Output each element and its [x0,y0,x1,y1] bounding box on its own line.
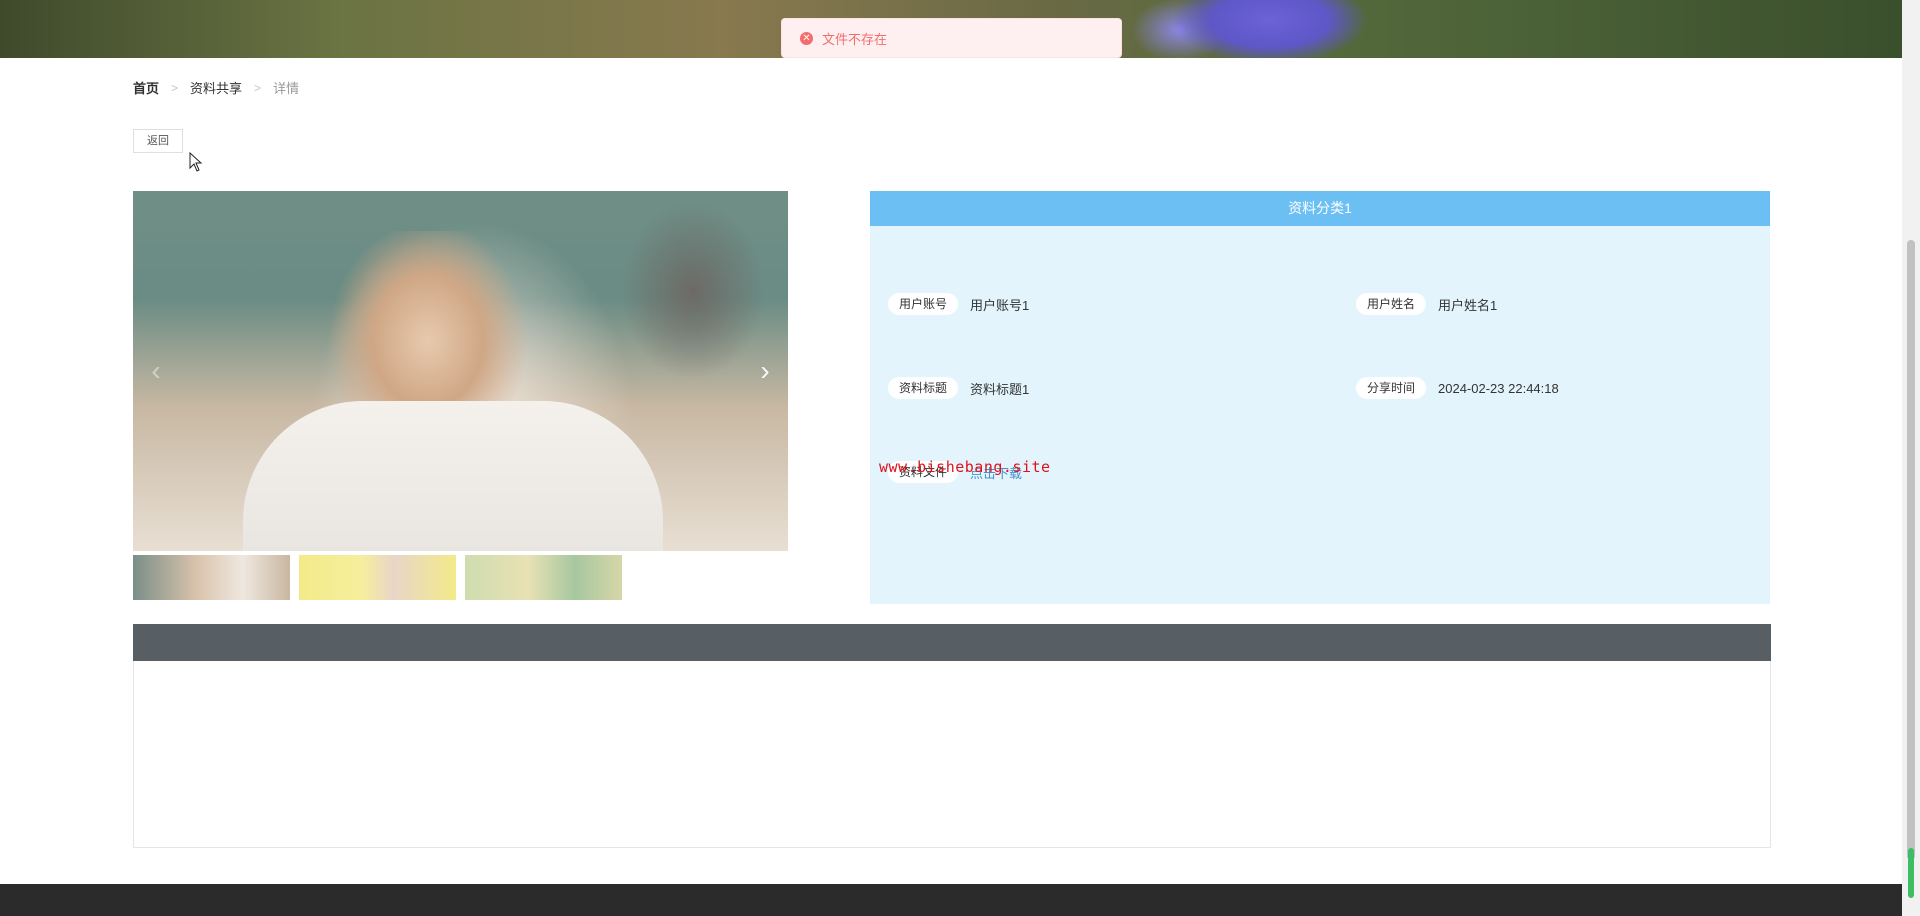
back-button[interactable]: 返回 [133,129,183,153]
comment-section-header [133,624,1771,661]
toast-message: 文件不存在 [822,31,888,47]
comment-section-body [133,661,1771,848]
breadcrumb-current: 详情 [273,81,300,96]
breadcrumb-separator: > [171,80,179,95]
field-label: 资料标题 [888,377,959,399]
error-toast: ✕ 文件不存在 [781,18,1122,58]
field-share-time: 分享时间 2024-02-23 22:44:18 [1356,377,1559,399]
scroll-indicator [1908,848,1914,898]
watermark-text: www.bishebang.site [879,458,1051,476]
info-panel: 资料分类1 用户账号 用户账号1 用户姓名 用户姓名1 资料标题 资料标题1 分… [870,191,1770,604]
error-circle-icon: ✕ [800,31,813,45]
breadcrumb: 首页 > 资料共享 > 详情 [133,78,299,97]
field-value: 2024-02-23 22:44:18 [1438,380,1559,396]
field-title: 资料标题 资料标题1 [888,377,1029,399]
thumbnail-3[interactable] [465,555,622,600]
thumbnail-2[interactable] [299,555,456,600]
scrollbar-thumb[interactable] [1907,240,1915,860]
breadcrumb-home[interactable]: 首页 [133,78,159,97]
field-label: 用户账号 [888,293,959,315]
field-label: 分享时间 [1356,377,1427,399]
carousel-next-icon[interactable]: › [750,356,780,386]
carousel-prev-icon[interactable]: ‹ [141,356,171,386]
field-user-account: 用户账号 用户账号1 [888,293,1029,315]
field-user-name: 用户姓名 用户姓名1 [1356,293,1497,315]
page-footer [0,884,1920,916]
field-value: 用户姓名1 [1438,297,1498,313]
thumbnail-strip [133,555,622,600]
field-label: 用户姓名 [1356,293,1427,315]
vertical-scrollbar[interactable] [1902,0,1920,916]
mouse-cursor-icon [189,152,203,172]
category-header: 资料分类1 [870,191,1770,226]
field-value: 资料标题1 [970,381,1030,397]
image-carousel[interactable]: ‹ › [133,191,788,551]
thumbnail-1[interactable] [133,555,290,600]
field-value: 用户账号1 [970,297,1030,313]
breadcrumb-section[interactable]: 资料共享 [190,78,242,97]
carousel-image-detail [243,401,663,551]
breadcrumb-separator: > [254,80,262,95]
